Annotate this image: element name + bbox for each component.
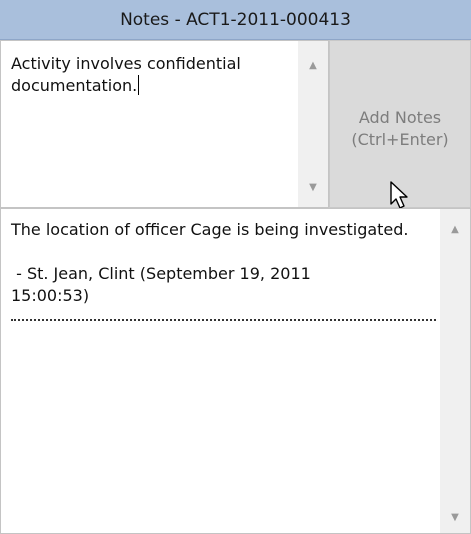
add-notes-label-line2: (Ctrl+Enter) xyxy=(351,130,449,149)
window-title: Notes - ACT1-2011-000413 xyxy=(0,0,471,40)
note-input-text[interactable]: Activity involves confidential documenta… xyxy=(11,53,293,97)
add-notes-label: Add Notes (Ctrl+Enter) xyxy=(330,107,470,151)
scroll-down-arrow-icon[interactable]: ▼ xyxy=(440,507,470,529)
mouse-pointer-icon xyxy=(390,181,408,209)
text-caret xyxy=(138,75,140,95)
history-note-timestamp: 15:00:53) xyxy=(11,286,90,305)
add-notes-label-line1: Add Notes xyxy=(358,108,442,127)
history-note-text: The location of officer Cage is being in… xyxy=(11,220,409,239)
note-input-value: Activity involves confidential documenta… xyxy=(11,54,246,95)
notes-history-content: The location of officer Cage is being in… xyxy=(11,219,436,321)
scroll-up-arrow-icon[interactable]: ▲ xyxy=(298,55,328,77)
input-scrollbar[interactable]: ▲ ▼ xyxy=(298,41,328,207)
history-scrollbar[interactable]: ▲ ▼ xyxy=(440,209,470,533)
notes-window: Notes - ACT1-2011-000413 Activity involv… xyxy=(0,0,471,534)
history-note-author: - St. Jean, Clint (September 19, 2011 xyxy=(11,264,311,283)
notes-history-panel: The location of officer Cage is being in… xyxy=(0,208,471,534)
note-separator xyxy=(11,319,436,321)
scroll-down-arrow-icon[interactable]: ▼ xyxy=(298,177,328,199)
note-input-field[interactable]: Activity involves confidential documenta… xyxy=(0,40,329,208)
scroll-up-arrow-icon[interactable]: ▲ xyxy=(440,219,470,241)
